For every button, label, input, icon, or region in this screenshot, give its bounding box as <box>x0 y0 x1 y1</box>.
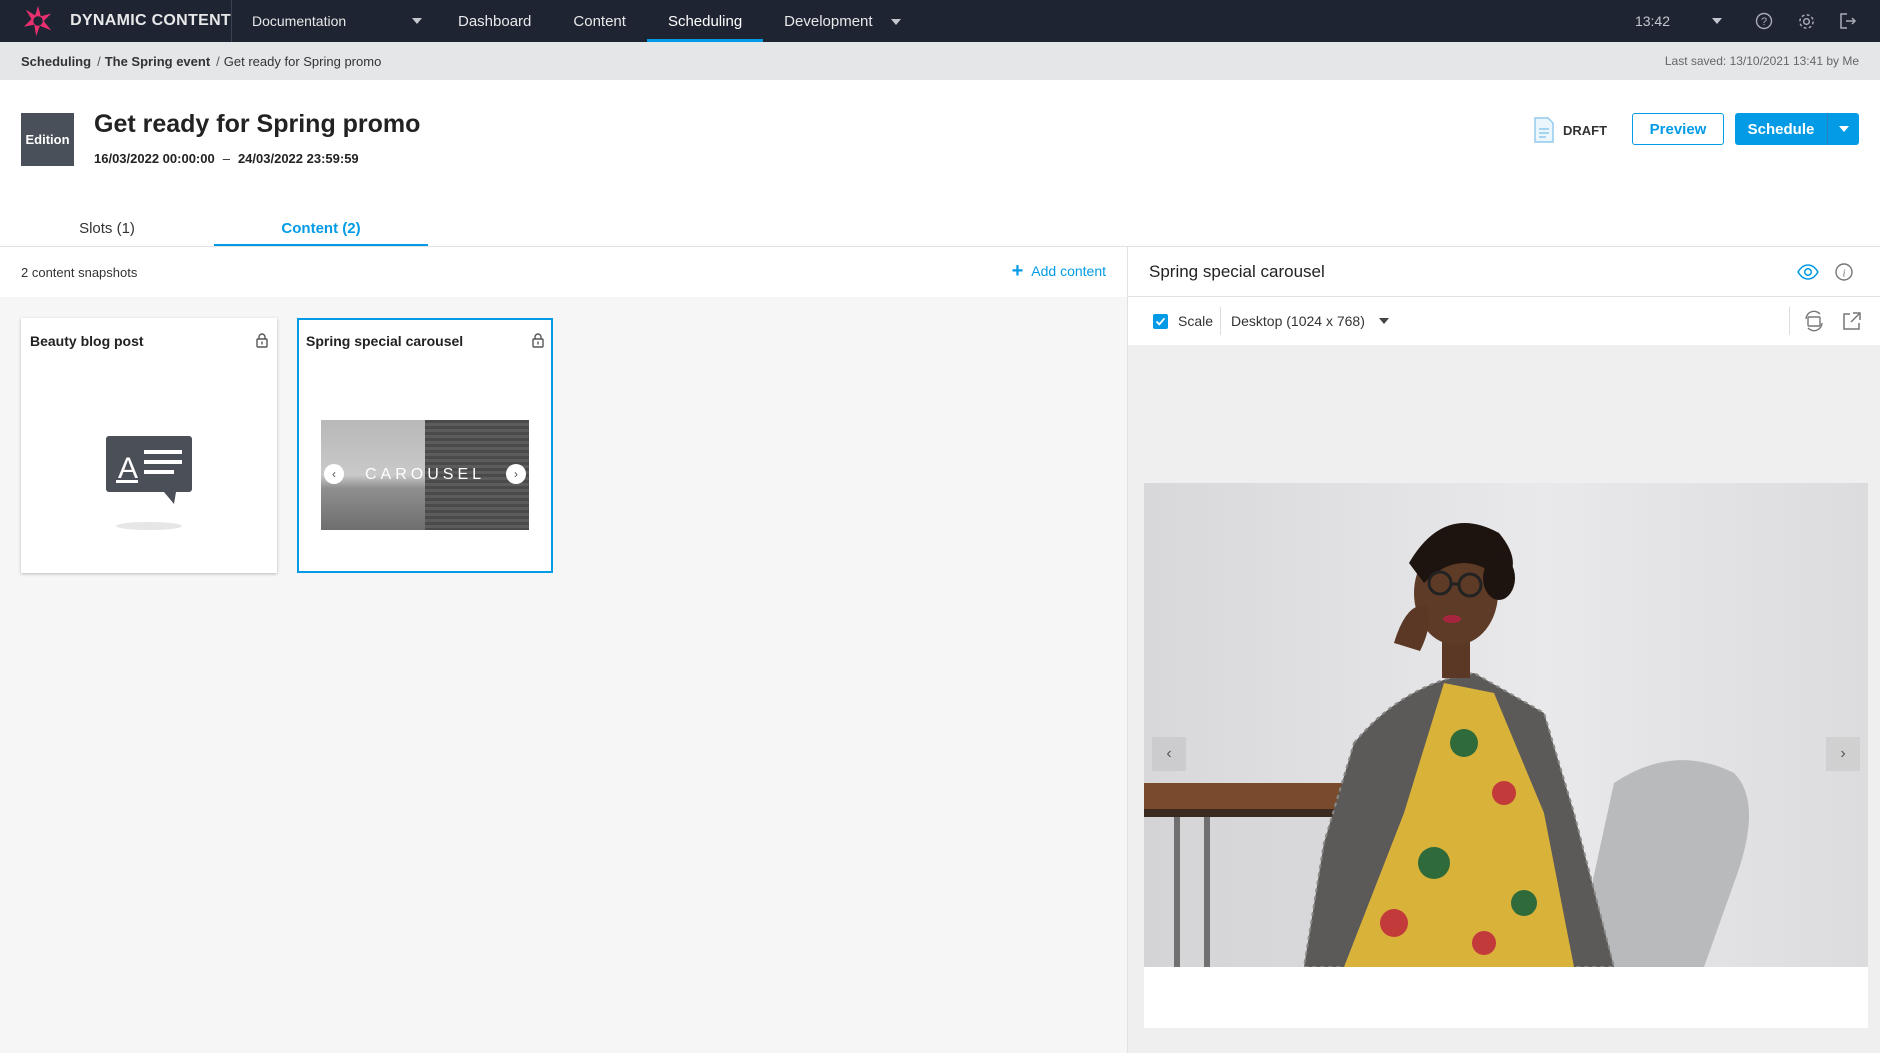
content-toolbar: 2 content snapshots + Add content <box>0 247 1127 297</box>
edition-tabs: Slots (1) Content (2) <box>0 210 428 246</box>
rotate-icon[interactable] <box>1803 310 1825 332</box>
nav-scheduling[interactable]: Scheduling <box>646 0 764 42</box>
end-date: 24/03/2022 23:59:59 <box>237 151 359 166</box>
settings-icon[interactable] <box>1796 11 1816 31</box>
status-label: DRAFT <box>1563 122 1608 138</box>
content-card-beauty-blog-post[interactable]: Beauty blog post A <box>21 318 277 573</box>
plus-icon: + <box>1011 260 1024 282</box>
page-title: Get ready for Spring promo <box>94 110 421 138</box>
snapshot-count: 2 content snapshots <box>21 265 138 280</box>
chevron-down-icon <box>890 19 901 25</box>
carousel-slide-image <box>1144 483 1868 967</box>
document-icon <box>1534 117 1554 143</box>
carousel-next-button[interactable]: › <box>1826 737 1860 771</box>
add-content-label: Add content <box>1031 263 1106 279</box>
start-date: 16/03/2022 00:00:00 <box>94 151 215 166</box>
breadcrumb-scheduling[interactable]: Scheduling <box>21 54 91 69</box>
eye-icon[interactable] <box>1797 262 1819 282</box>
hub-dropdown-icon <box>412 18 422 24</box>
lock-icon <box>532 333 544 348</box>
chevron-down-icon <box>1838 126 1849 132</box>
chevron-down-icon <box>1378 318 1389 324</box>
card-title: Beauty blog post <box>30 333 144 349</box>
svg-text:i: i <box>1842 268 1845 280</box>
content-card-spring-special-carousel[interactable]: Spring special carousel CAROUSEL ‹ › <box>297 318 553 573</box>
nav-development[interactable]: Development <box>763 0 921 42</box>
toolbar-separator <box>1789 307 1790 335</box>
toolbar-separator <box>1220 307 1221 335</box>
scale-label: Scale <box>1178 313 1214 329</box>
card-title: Spring special carousel <box>306 333 464 349</box>
carousel-prev-button[interactable]: ‹ <box>1152 737 1186 771</box>
hero-photo <box>1144 523 1749 967</box>
hub-name: Documentation <box>252 13 347 29</box>
open-in-new-window-icon[interactable] <box>1841 310 1863 332</box>
info-icon[interactable]: i <box>1833 262 1855 282</box>
chevron-right-icon: › <box>506 464 526 484</box>
clock: 13:42 <box>1634 13 1670 29</box>
top-navigation-bar: DYNAMIC CONTENT Documentation Dashboard … <box>0 0 1880 42</box>
main-nav: Dashboard Content Scheduling Development <box>437 0 922 42</box>
blog-post-icon: A <box>106 436 192 530</box>
lock-icon <box>256 333 268 348</box>
preview-canvas: ‹ › <box>1128 345 1880 1053</box>
topbar-right: 13:42 ? <box>1635 0 1880 42</box>
preview-title: Spring special carousel <box>1149 262 1325 281</box>
breadcrumb-event[interactable]: The Spring event <box>105 54 210 69</box>
schedule-options-button[interactable] <box>1827 113 1859 145</box>
device-select-value: Desktop (1024 x 768) <box>1231 313 1365 329</box>
nav-content[interactable]: Content <box>552 0 647 42</box>
logout-icon[interactable] <box>1838 11 1858 31</box>
breadcrumb-edition: Get ready for Spring promo <box>223 53 382 69</box>
nav-content-label: Content <box>573 12 626 30</box>
nav-dashboard-label: Dashboard <box>458 12 532 30</box>
carousel-thumbnail: CAROUSEL ‹ › <box>321 420 529 530</box>
tab-slots[interactable]: Slots (1) <box>0 210 214 246</box>
timezone-dropdown-icon[interactable] <box>1712 18 1722 24</box>
brand-name: DYNAMIC CONTENT <box>70 12 231 29</box>
edition-header: Edition Get ready for Spring promo 16/03… <box>0 80 1880 247</box>
preview-frame: ‹ › <box>1144 483 1868 1028</box>
breadcrumb-separator: / <box>97 53 101 69</box>
status-badge: DRAFT <box>1533 117 1607 143</box>
edition-dates: 16/03/2022 00:00:00–24/03/2022 23:59:59 <box>94 151 359 166</box>
preview-toolbar: Scale Desktop (1024 x 768) <box>1128 297 1880 345</box>
preview-header: Spring special carousel i <box>1128 247 1880 297</box>
chevron-left-icon: ‹ <box>324 464 344 484</box>
nav-scheduling-label: Scheduling <box>667 12 743 30</box>
device-select[interactable]: Desktop (1024 x 768) <box>1231 313 1389 329</box>
check-icon <box>1155 317 1166 326</box>
hub-selector[interactable]: Documentation <box>232 0 437 42</box>
schedule-button[interactable]: Schedule <box>1735 113 1859 145</box>
brand-logo[interactable]: DYNAMIC CONTENT <box>0 0 232 42</box>
scale-checkbox[interactable] <box>1153 314 1168 329</box>
last-saved-text: Last saved: 13/10/2021 13:41 by Me <box>1664 54 1859 68</box>
nav-dashboard[interactable]: Dashboard <box>437 0 552 42</box>
content-snapshot-list: Beauty blog post A Spring special carous… <box>0 297 1127 1053</box>
add-content-button[interactable]: + Add content <box>1011 260 1106 282</box>
preview-button[interactable]: Preview <box>1632 113 1724 145</box>
brand-star-icon <box>23 5 52 37</box>
schedule-button-label: Schedule <box>1747 120 1815 138</box>
help-icon[interactable]: ? <box>1754 11 1774 31</box>
edition-badge: Edition <box>21 113 74 166</box>
breadcrumb-separator: / <box>216 53 220 69</box>
carousel-thumb-label: CAROUSEL <box>364 466 486 483</box>
tab-content[interactable]: Content (2) <box>214 210 428 246</box>
svg-text:?: ? <box>1761 16 1767 28</box>
breadcrumb: Scheduling / The Spring event / Get read… <box>0 42 1880 80</box>
date-separator: – <box>222 151 230 166</box>
nav-development-label: Development <box>784 12 873 30</box>
